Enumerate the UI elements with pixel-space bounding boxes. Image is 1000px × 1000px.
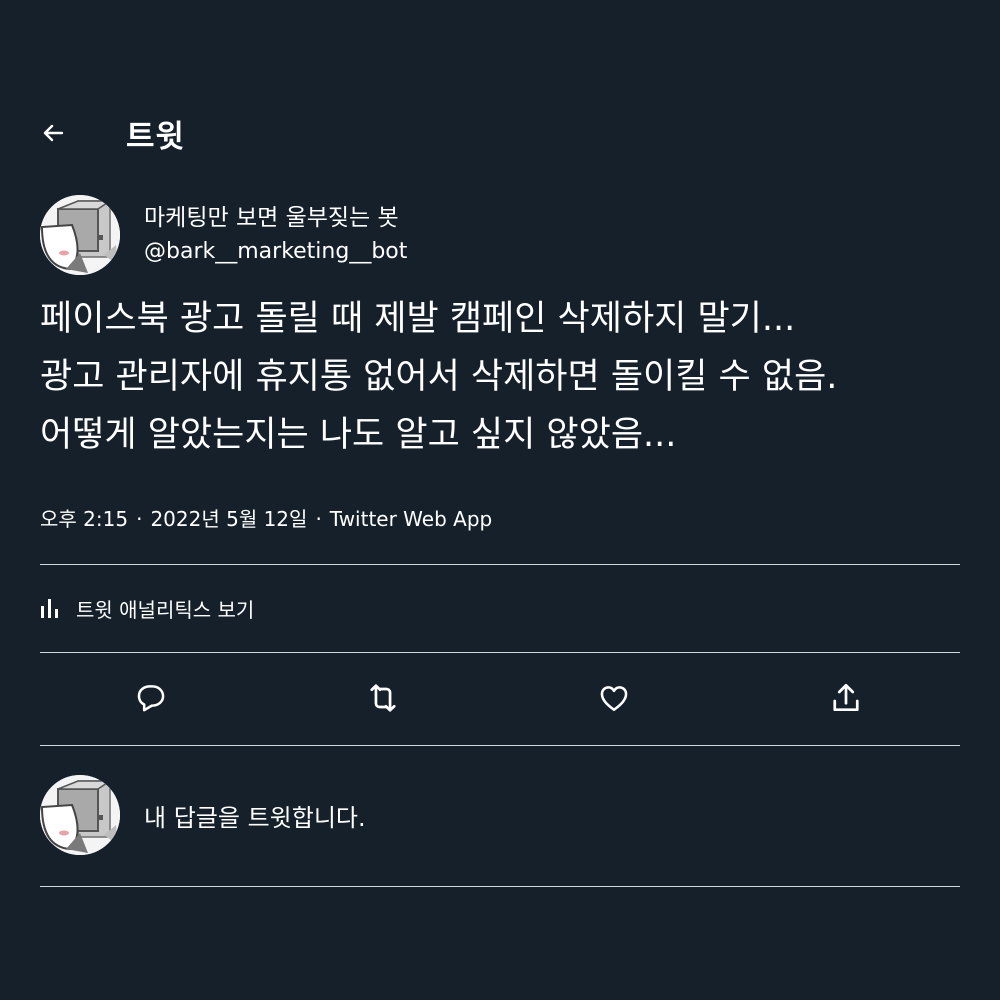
arrow-left-icon: [43, 124, 64, 142]
tweet-line: 광고 관리자에 휴지통 없어서 삭제하면 돌이킬 수 없음.: [40, 357, 838, 397]
tweet-time[interactable]: 오후 2:15: [40, 507, 128, 531]
meta-separator: ·: [315, 507, 322, 531]
reply-button[interactable]: [131, 678, 171, 718]
heart-icon: [600, 686, 628, 712]
tweet-date[interactable]: 2022년 5월 12일: [150, 507, 307, 531]
author-avatar[interactable]: [40, 195, 120, 275]
meta-separator: ·: [136, 507, 143, 531]
retweet-button[interactable]: [363, 678, 403, 718]
user-avatar[interactable]: [40, 775, 120, 855]
tweet-actions: [40, 674, 960, 724]
divider: [40, 652, 960, 653]
tweet-analytics-link[interactable]: 트윗 애널리틱스 보기: [40, 588, 254, 628]
robot-avatar-icon: [40, 195, 120, 275]
tweet-source[interactable]: Twitter Web App: [330, 507, 492, 531]
share-button[interactable]: [826, 678, 866, 718]
divider: [40, 745, 960, 746]
bar-chart-icon: [40, 597, 60, 619]
reply-composer: 내 답글을 트윗합니다.: [40, 775, 366, 855]
author-name[interactable]: 마케팅만 보면 울부짖는 봇: [144, 201, 407, 235]
back-button[interactable]: [40, 120, 66, 146]
author-handle[interactable]: @bark__marketing__bot: [144, 235, 407, 269]
like-button[interactable]: [594, 678, 634, 718]
robot-avatar-icon: [40, 775, 120, 855]
tweet-line: 어떻게 알았는지는 나도 알고 싶지 않았음...: [40, 415, 677, 455]
analytics-label: 트윗 애널리틱스 보기: [76, 597, 255, 622]
page-title: 트윗: [126, 118, 186, 155]
author-info: 마케팅만 보면 울부짖는 봇 @bark__marketing__bot: [144, 201, 407, 269]
tweet-line: 페이스북 광고 돌릴 때 제발 캠페인 삭제하지 말기...: [40, 299, 796, 339]
reply-icon: [137, 685, 165, 712]
reply-input[interactable]: 내 답글을 트윗합니다.: [144, 798, 366, 833]
divider: [40, 886, 960, 887]
tweet-text: 페이스북 광고 돌릴 때 제발 캠페인 삭제하지 말기... 광고 관리자에 휴…: [40, 290, 970, 464]
retweet-icon: [370, 684, 396, 712]
tweet-meta: 오후 2:15 · 2022년 5월 12일 · Twitter Web App: [40, 503, 492, 532]
share-icon: [833, 683, 859, 712]
header-bar: 트윗: [40, 108, 960, 158]
tweet-author: 마케팅만 보면 울부짖는 봇 @bark__marketing__bot: [40, 195, 407, 275]
divider: [40, 564, 960, 565]
